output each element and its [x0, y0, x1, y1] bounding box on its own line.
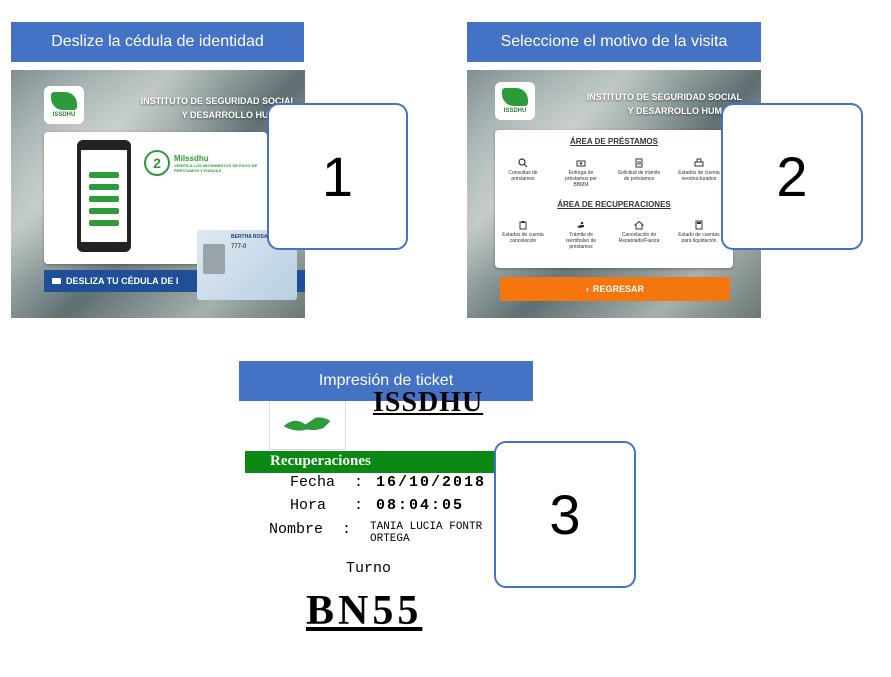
document-icon [635, 158, 643, 168]
app-promo: 2 MiIssdhu VERIFICA LOS MOVIMIENTOS DE P… [144, 150, 269, 176]
menu-panel: ÁREA DE PRÉSTAMOS Consultas de préstamos… [495, 130, 733, 268]
step1-label-text: Deslize la cédula de identidad [51, 33, 264, 50]
handshake-icon [283, 417, 331, 431]
fecha-row: Fecha : 16/10/2018 [290, 474, 487, 491]
option-estados-cancelacion[interactable]: Estados de cuenta cancelación [499, 220, 547, 244]
option-reembolso[interactable]: Trámite de reembolso de préstamos [557, 220, 605, 250]
id-card-name: BERTHA ROSA [231, 234, 268, 240]
printer-icon [694, 158, 704, 167]
institute-name: INSTITUTO DE SEGURIDAD SOCIAL Y DESARROL… [140, 96, 296, 120]
printed-ticket: ISSDHU Recuperaciones Fecha : 16/10/2018… [245, 387, 535, 651]
step-badge: 2 [144, 150, 170, 176]
home-icon [634, 220, 644, 230]
turno-number: BN55 [306, 588, 423, 634]
issdhu-logo: ISSDHU [44, 86, 84, 124]
loans-section-title: ÁREA DE PRÉSTAMOS [569, 137, 658, 146]
option-solicitud[interactable]: Solicitud de trámite de préstamos [615, 158, 663, 182]
option-estados-reestructurados[interactable]: Estados de cuenta reestructurados [675, 158, 723, 182]
issdhu-logo: ISSDHU [495, 82, 535, 120]
turno-label: Turno [346, 560, 392, 577]
step1-number-box: 1 [267, 103, 408, 250]
id-card-photo [203, 244, 225, 274]
step2-label: Seleccione el motivo de la visita [467, 22, 761, 62]
handshake-icon [51, 92, 77, 110]
cash-icon [576, 160, 586, 167]
back-button[interactable]: ‹ REGRESAR [500, 277, 730, 301]
id-card-number: 777-0 [231, 244, 247, 250]
step2-number-box: 2 [721, 103, 863, 250]
option-liquidacion[interactable]: Estado de cuentas para liquidación [675, 220, 723, 244]
option-cancelacion-fianza[interactable]: Cancelación de Repatriado/Fianza [615, 220, 663, 244]
card-icon [52, 278, 61, 284]
ticket-logo [269, 401, 346, 450]
option-entrega[interactable]: Entrega de préstamos por BBMM [557, 158, 605, 188]
step3-number-box: 3 [494, 441, 636, 588]
calculator-icon [695, 220, 703, 230]
nombre-row: Nombre : [269, 521, 352, 538]
search-icon [518, 158, 528, 168]
recovery-section-title: ÁREA DE RECUPERACIONES [557, 200, 671, 209]
hand-icon [577, 221, 584, 228]
step2-screenshot: ISSDHU INSTITUTO DE SEGURIDAD SOCIAL Y D… [467, 70, 761, 318]
option-consultas[interactable]: Consultas de préstamos [499, 158, 547, 182]
app-caption: VERIFICA LOS MOVIMIENTOS DE PAGO DE PRÉS… [174, 162, 258, 173]
phone-illustration [77, 140, 131, 252]
chevron-left-icon: ‹ [585, 284, 589, 294]
ticket-section-bar: Recuperaciones [245, 451, 522, 473]
hora-row: Hora : 08:04:05 [290, 497, 465, 514]
handshake-icon [502, 88, 528, 106]
step2-label-text: Seleccione el motivo de la visita [500, 33, 728, 50]
app-name: MiIssdhu [174, 153, 209, 163]
clipboard-icon [519, 221, 527, 230]
ticket-brand: ISSDHU [373, 387, 484, 418]
step1-label: Deslize la cédula de identidad [11, 22, 304, 62]
nombre-value: TANIA LUCIA FONTR ORTEGA [370, 521, 483, 545]
step1-screenshot: ISSDHU INSTITUTO DE SEGURIDAD SOCIAL Y D… [11, 70, 305, 318]
institute-name: INSTITUTO DE SEGURIDAD SOCIAL Y DESARROL… [586, 92, 742, 116]
